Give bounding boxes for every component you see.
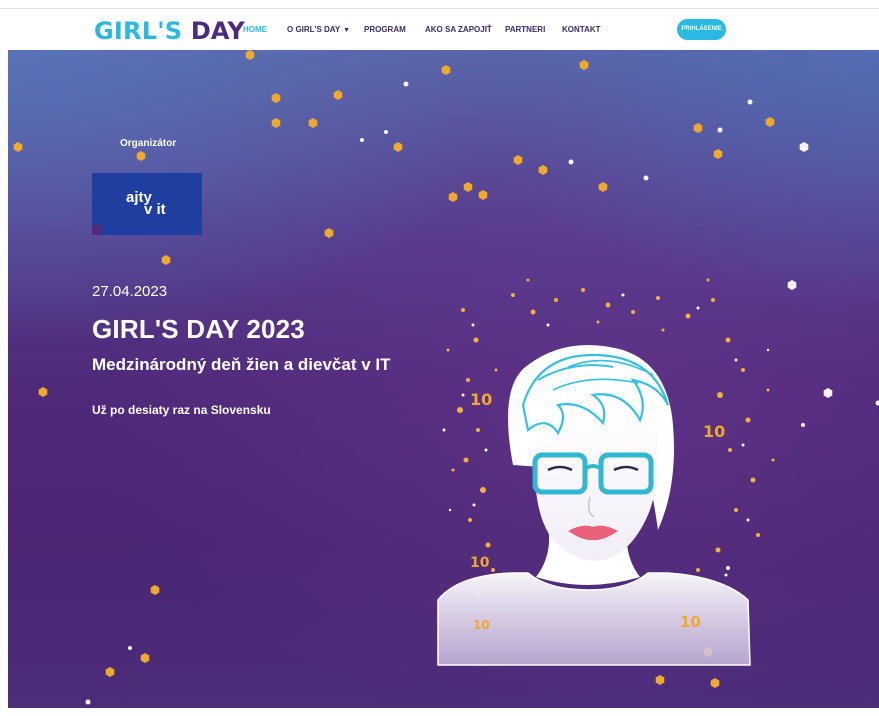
login-button[interactable]: PRIHLÁSENIE	[677, 19, 726, 40]
nav-partneri[interactable]: PARTNERI	[505, 23, 545, 37]
hero-subtitle: Medzinárodný deň žien a dievčat v IT	[92, 355, 391, 374]
organizer-logo-line2: v it	[144, 201, 166, 218]
portrait-badge: 10	[470, 555, 490, 571]
page-bottom-strip	[0, 708, 879, 716]
hero-section: Organizátor ajty v it 27.04.2023 GIRL'S …	[8, 50, 879, 708]
nav-ako-sa-zapojit[interactable]: AKO SA ZAPOJIŤ	[425, 23, 492, 37]
nav-home[interactable]: HOME	[243, 23, 267, 37]
hero-tagline: Už po desiaty raz na Slovensku	[92, 403, 271, 417]
portrait-badge: 10	[470, 390, 492, 409]
portrait-badge: 10	[680, 613, 701, 631]
organizer-logo-notch	[92, 225, 102, 235]
nav-o-girls-day[interactable]: O GIRL'S DAY ▼	[287, 23, 350, 38]
chevron-down-icon: ▼	[343, 27, 351, 34]
header-divider	[0, 8, 879, 9]
site-header: GIRL'S DAY HOME O GIRL'S DAY ▼ PROGRAM AK…	[0, 0, 879, 50]
hero-title: GIRL'S DAY 2023	[92, 314, 305, 344]
nav-kontakt[interactable]: KONTAKT	[562, 23, 601, 37]
portrait-badge: 10	[473, 618, 490, 632]
portrait-illustration: 10 10 10 10 10	[437, 345, 751, 666]
site-logo[interactable]: GIRL'S DAY	[94, 18, 245, 44]
logo-day: DAY	[190, 17, 245, 45]
organizer-label: Organizátor	[120, 138, 177, 149]
nav-o-girls-day-label: O GIRL'S DAY	[287, 25, 341, 34]
organizer-logo[interactable]: ajty v it	[92, 173, 202, 235]
nav-program[interactable]: PROGRAM	[364, 23, 406, 37]
logo-girls: GIRL'S	[94, 17, 183, 45]
hero-date: 27.04.2023	[92, 283, 168, 300]
portrait-badge: 10	[703, 422, 725, 441]
